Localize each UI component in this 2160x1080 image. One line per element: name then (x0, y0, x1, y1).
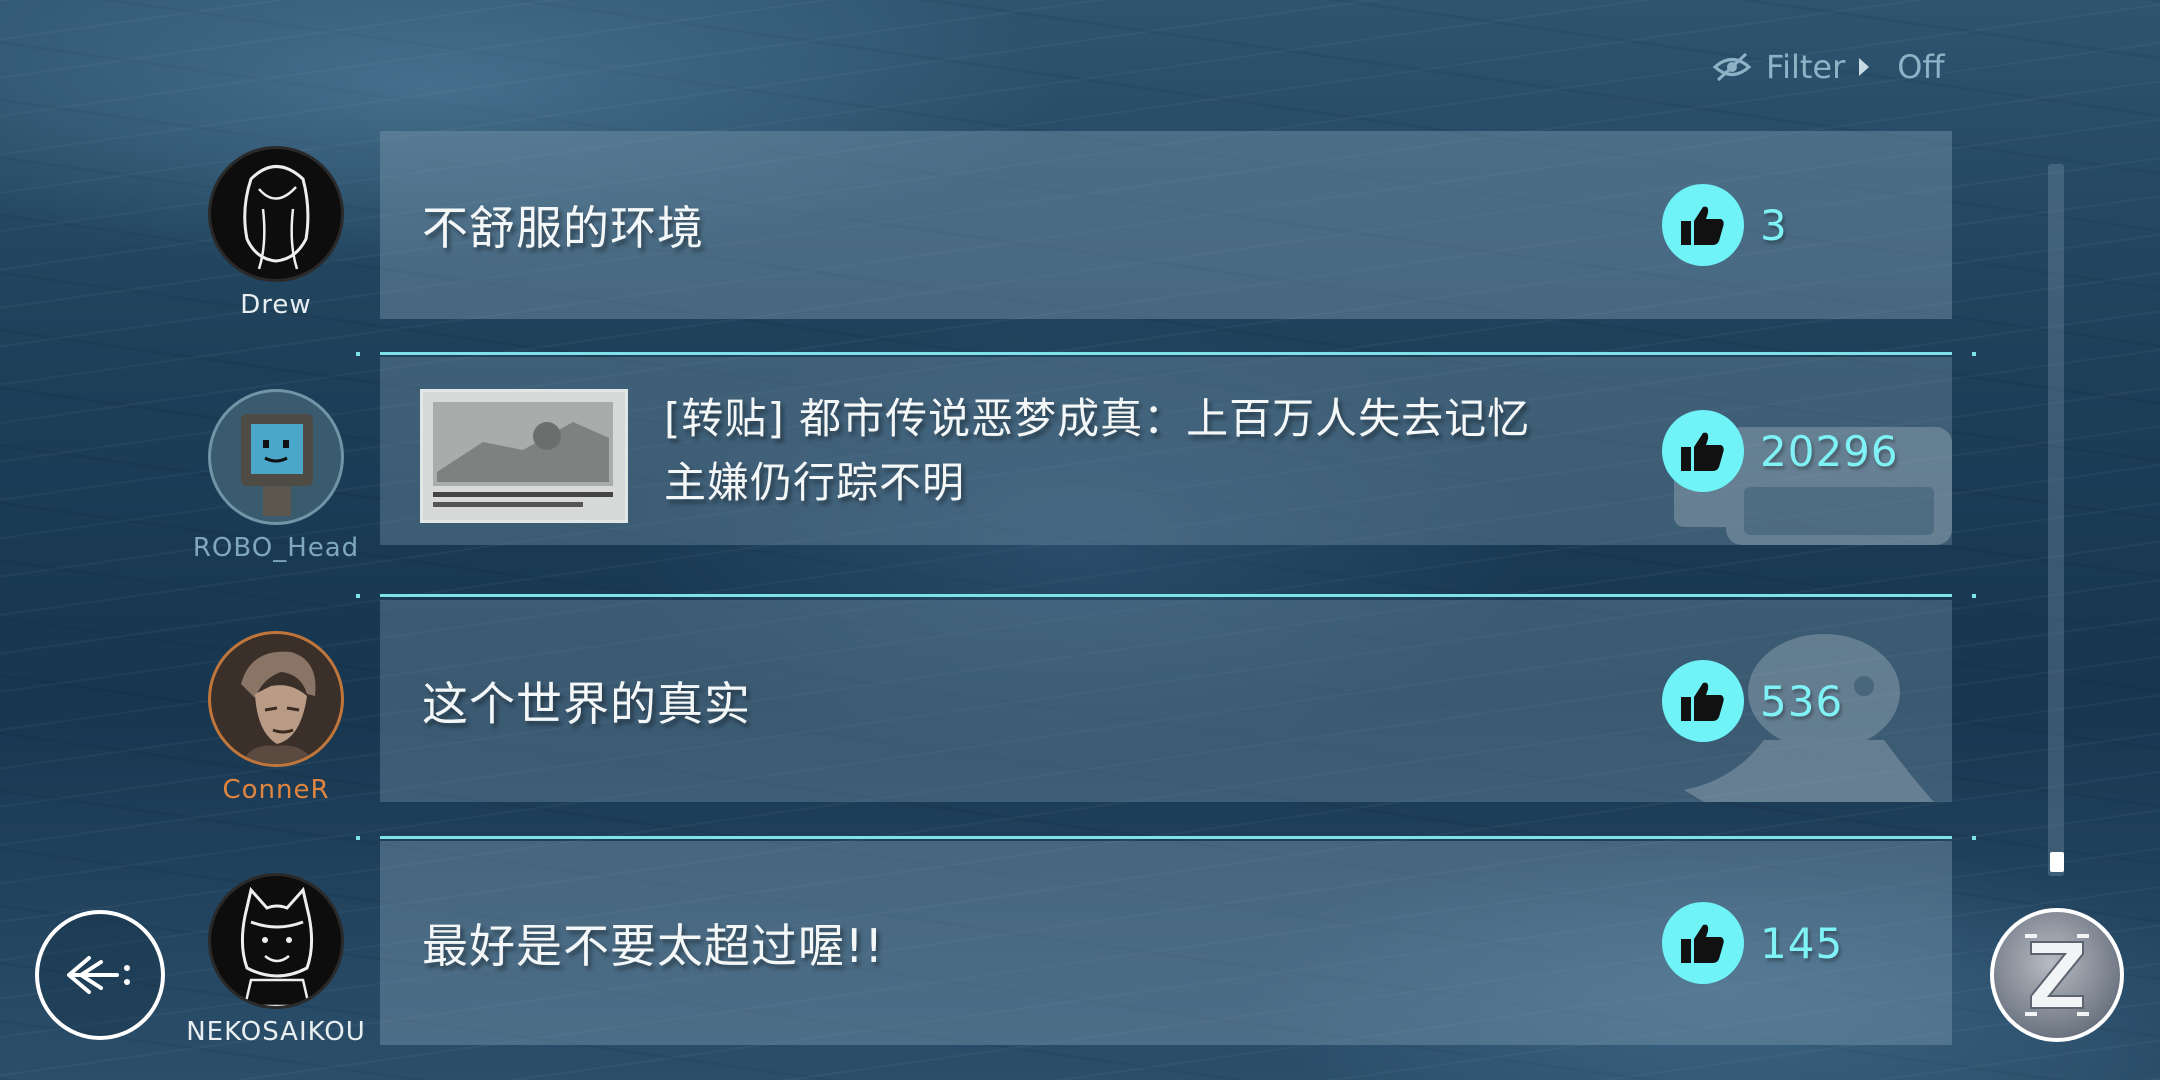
back-arrow-icon (67, 956, 130, 994)
username: Drew (240, 290, 312, 320)
divider (356, 594, 1976, 598)
like-count: 145 (1760, 918, 1844, 968)
caret-right-icon (1859, 58, 1870, 76)
emblem-icon (2025, 934, 2089, 1016)
like-button[interactable]: 3 (1662, 184, 1788, 266)
eye-slash-icon (1712, 52, 1752, 82)
user-nekosaikou[interactable]: NEKOSAIKOU (166, 873, 386, 1047)
avatar (208, 389, 344, 525)
thread-title: 不舒服的环境 (422, 201, 704, 255)
thread-row[interactable]: 最好是不要太超过喔!! 145 (380, 841, 1952, 1045)
thread-title-line: [转贴] 都市传说恶梦成真：上百万人失去记忆 (664, 394, 1531, 443)
filter-value: Off (1897, 48, 1945, 86)
menu-button[interactable] (1990, 908, 2124, 1042)
username: ConneR (222, 775, 330, 805)
like-button[interactable]: 536 (1662, 660, 1843, 742)
scrollbar-track[interactable] (2048, 164, 2064, 876)
thumbs-up-icon (1662, 660, 1744, 742)
like-count: 20296 (1760, 426, 1899, 476)
like-button[interactable]: 145 (1662, 902, 1843, 984)
like-count: 3 (1760, 200, 1788, 250)
thread-title: 这个世界的真实 (422, 677, 751, 731)
username: NEKOSAIKOU (186, 1017, 366, 1047)
user-conner[interactable]: ConneR (166, 631, 386, 805)
like-count: 536 (1760, 676, 1844, 726)
avatar (208, 146, 344, 282)
thumbs-up-icon (1662, 902, 1744, 984)
avatar (208, 631, 344, 767)
filter-toggle[interactable]: Filter Off (1712, 48, 1944, 86)
avatar (208, 873, 344, 1009)
thread-title: [转贴] 都市传说恶梦成真：上百万人失去记忆 主嫌仍行踪不明 (664, 387, 1530, 515)
scrollbar-thumb[interactable] (2050, 852, 2064, 872)
thumbs-up-icon (1662, 410, 1744, 492)
thumbs-up-icon (1662, 184, 1744, 266)
thread-row[interactable]: 不舒服的环境 3 (380, 131, 1952, 319)
filter-label: Filter (1766, 48, 1846, 86)
thread-row[interactable]: 这个世界的真实 536 (380, 600, 1952, 802)
thread-title: 最好是不要太超过喔!! (422, 919, 884, 973)
thread-title-line: 主嫌仍行踪不明 (664, 458, 966, 507)
username: ROBO_Head (192, 533, 360, 563)
divider (356, 352, 1976, 356)
back-button[interactable] (35, 910, 165, 1040)
user-drew[interactable]: Drew (166, 146, 386, 320)
like-button[interactable]: 20296 (1662, 410, 1899, 492)
thread-thumbnail (420, 389, 628, 523)
user-robo-head[interactable]: ROBO_Head (166, 389, 386, 563)
divider (356, 836, 1976, 840)
